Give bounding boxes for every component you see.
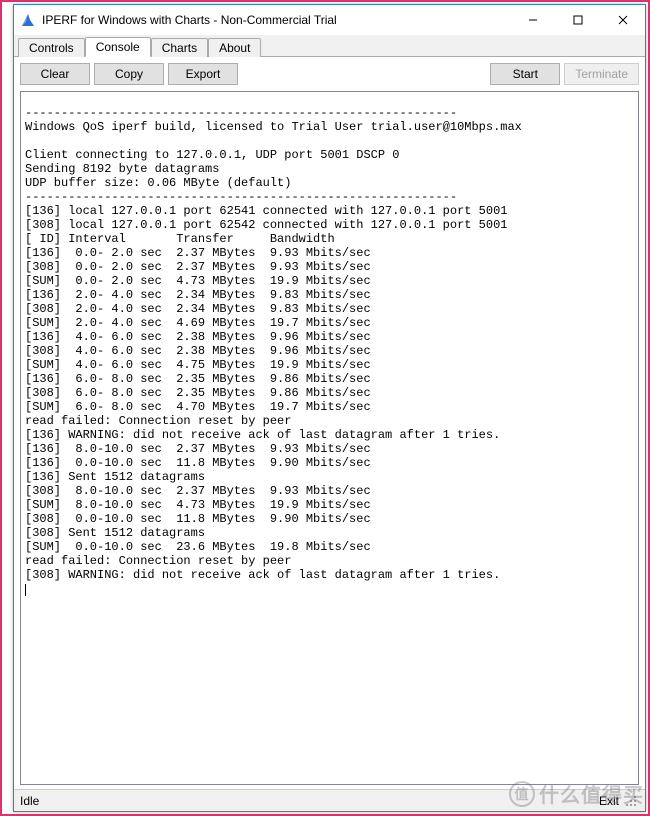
start-button[interactable]: Start	[490, 63, 560, 85]
status-text: Idle	[20, 794, 599, 808]
close-button[interactable]	[600, 5, 645, 35]
tab-about[interactable]: About	[208, 38, 261, 57]
window-title: IPERF for Windows with Charts - Non-Comm…	[42, 13, 510, 27]
status-right: Exit	[599, 794, 619, 808]
title-bar: IPERF for Windows with Charts - Non-Comm…	[14, 5, 645, 35]
tab-controls[interactable]: Controls	[18, 38, 85, 57]
tab-charts[interactable]: Charts	[151, 38, 208, 57]
export-button[interactable]: Export	[168, 63, 238, 85]
app-icon	[20, 12, 36, 28]
minimize-button[interactable]	[510, 5, 555, 35]
maximize-button[interactable]	[555, 5, 600, 35]
tab-strip: Controls Console Charts About	[14, 35, 645, 57]
clear-button[interactable]: Clear	[20, 63, 90, 85]
console-output-frame: ----------------------------------------…	[20, 91, 639, 785]
tab-console[interactable]: Console	[85, 37, 151, 57]
toolbar: Clear Copy Export Start Terminate	[14, 57, 645, 91]
terminate-button[interactable]: Terminate	[564, 63, 639, 85]
console-output[interactable]: ----------------------------------------…	[21, 104, 638, 785]
window-buttons	[510, 5, 645, 35]
copy-button[interactable]: Copy	[94, 63, 164, 85]
status-bar: Idle Exit	[14, 789, 645, 811]
app-window: IPERF for Windows with Charts - Non-Comm…	[13, 4, 646, 812]
resize-grip-icon[interactable]	[623, 793, 639, 809]
